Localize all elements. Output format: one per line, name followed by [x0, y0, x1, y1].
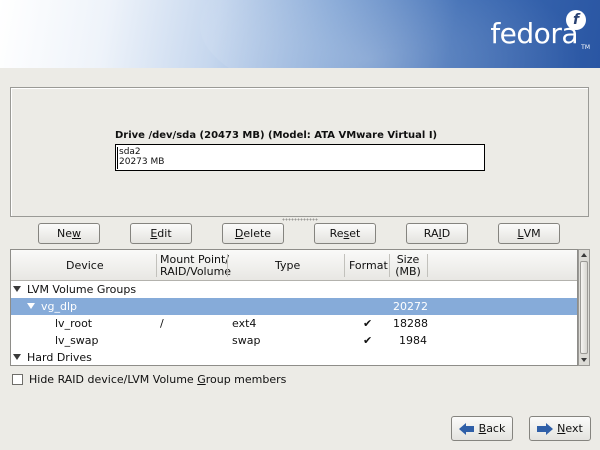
partition-cursor [117, 147, 118, 169]
raid-label-post: D [441, 227, 451, 240]
row-size: 1984 [399, 334, 427, 347]
hide-members-label: Hide RAID device/LVM Volume Group member… [29, 373, 286, 386]
reset-label-pre: Re [329, 227, 344, 240]
new-label-accel: w [72, 227, 81, 240]
format-check-icon: ✔ [363, 317, 373, 330]
format-check-icon: ✔ [363, 334, 373, 347]
tree-row-lv-swap[interactable]: lv_swap swap ✔ 1984 [11, 332, 577, 349]
hide-members-label-pre: Hide RAID device/LVM Volume [29, 373, 198, 386]
back-label-accel: B [478, 422, 487, 435]
hide-members-checkbox[interactable] [12, 374, 23, 385]
tree-row-lvm-volume-groups[interactable]: LVM Volume Groups [11, 281, 577, 298]
fedora-logo: fedora f TM [490, 10, 590, 51]
edit-label-accel: E [150, 227, 158, 240]
column-separator [156, 254, 157, 277]
column-separator [427, 254, 428, 277]
tree-row-hard-drives[interactable]: Hard Drives [11, 349, 577, 365]
back-arrow-icon [458, 422, 475, 435]
row-device: vg_dlp [41, 300, 78, 313]
trademark-mark: TM [581, 44, 590, 51]
next-label-post: ext [565, 422, 583, 435]
partition-tree-view[interactable]: Device Mount Point/ RAID/Volume Type For… [10, 249, 578, 366]
delete-label-accel: D [234, 227, 244, 240]
tree-row-vg-dlp[interactable]: vg_dlp 20272 [11, 298, 577, 315]
next-arrow-icon [537, 422, 554, 435]
partition-size: 20273 MB [119, 157, 165, 167]
column-header-size-line1: Size [396, 252, 420, 266]
drive-title: Drive /dev/sda (20473 MB) (Model: ATA VM… [115, 130, 438, 141]
pane-resize-grip[interactable] [282, 218, 318, 221]
row-size: 20272 [393, 300, 428, 313]
reset-label-post: et [349, 227, 361, 240]
hide-members-label-accel: G [197, 373, 206, 386]
expander-down-icon[interactable] [13, 354, 21, 360]
row-device: LVM Volume Groups [27, 283, 137, 296]
drive-partition-bar[interactable]: sda2 20273 MB [115, 144, 485, 171]
next-label-accel: N [557, 422, 566, 435]
column-header-type[interactable]: Type [275, 250, 300, 281]
column-separator [227, 254, 228, 277]
raid-button[interactable]: RA I D [406, 223, 468, 244]
column-header-mount[interactable]: Mount Point/ RAID/Volume [160, 250, 231, 281]
tree-header: Device Mount Point/ RAID/Volume Type For… [11, 250, 577, 281]
new-label-pre: Ne [57, 227, 72, 240]
new-button[interactable]: Ne w [38, 223, 100, 244]
row-device: lv_root [55, 317, 93, 330]
delete-button[interactable]: Delete [222, 223, 284, 244]
column-header-format[interactable]: Format [349, 250, 388, 281]
drive-graphic-panel: Drive /dev/sda (20473 MB) (Model: ATA VM… [10, 87, 589, 217]
expander-down-icon[interactable] [27, 303, 35, 309]
tree-row-lv-root[interactable]: lv_root / ext4 ✔ 18288 [11, 315, 577, 332]
expander-down-icon[interactable] [13, 286, 21, 292]
column-header-size[interactable]: Size (MB) [395, 250, 421, 281]
raid-label-pre: RA [423, 227, 439, 240]
column-header-mount-line2: RAID/Volume [160, 264, 232, 278]
partition-name: sda2 [119, 147, 141, 157]
reset-button[interactable]: Re s et [314, 223, 376, 244]
scroll-thumb[interactable] [580, 261, 588, 354]
row-type: swap [232, 334, 261, 347]
column-header-mount-line1: Mount Point/ [160, 252, 229, 266]
column-separator [344, 254, 345, 277]
lvm-label-post: VM [523, 227, 541, 240]
fedora-header-banner: fedora f TM [0, 0, 600, 68]
next-button[interactable]: Next [529, 416, 591, 441]
row-device: Hard Drives [27, 351, 92, 364]
column-separator [389, 254, 390, 277]
column-header-size-line2: (MB) [395, 264, 421, 278]
hide-members-option[interactable]: Hide RAID device/LVM Volume Group member… [12, 373, 286, 386]
fedora-infinity-icon: f [566, 10, 586, 30]
scroll-down-icon[interactable] [581, 358, 587, 362]
row-mount: / [160, 317, 164, 330]
logo-text: fedora [490, 17, 578, 50]
row-type: ext4 [232, 317, 257, 330]
edit-label-post: dit [157, 227, 172, 240]
edit-button[interactable]: Edit [130, 223, 192, 244]
lvm-button[interactable]: L VM [498, 223, 560, 244]
column-header-device[interactable]: Device [66, 250, 104, 281]
delete-label-post: elete [243, 227, 272, 240]
back-button[interactable]: Back [451, 416, 513, 441]
scroll-up-icon[interactable] [581, 253, 587, 257]
row-size: 18288 [393, 317, 428, 330]
tree-vertical-scrollbar[interactable] [578, 249, 590, 366]
row-device: lv_swap [55, 334, 99, 347]
back-label-post: ack [486, 422, 506, 435]
hide-members-label-post: roup members [205, 373, 287, 386]
